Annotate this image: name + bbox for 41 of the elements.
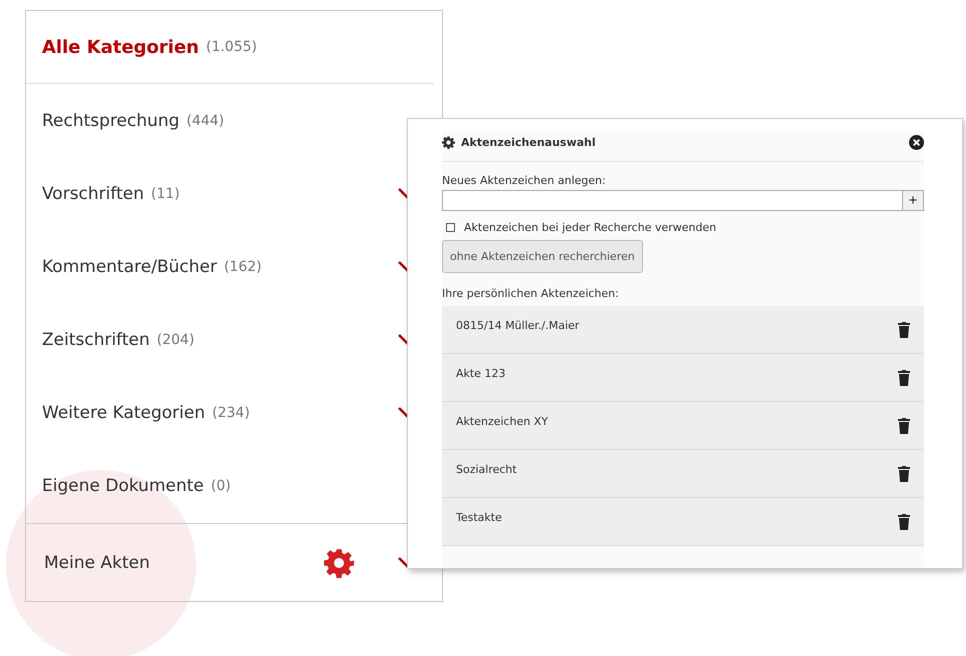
count-label: (234) bbox=[212, 404, 250, 420]
category-link[interactable]: Eigene Dokumente bbox=[42, 476, 204, 496]
input-field[interactable]: + bbox=[442, 190, 924, 211]
file-name: 0815/14 Müller./.Maier bbox=[456, 319, 580, 332]
count-label: (204) bbox=[156, 332, 194, 348]
count-label: (0) bbox=[210, 478, 231, 494]
file-name: Testakte bbox=[456, 511, 503, 524]
file-item[interactable]: Testakte bbox=[442, 498, 924, 546]
file-item[interactable]: Sozialrecht bbox=[442, 450, 924, 498]
count-label: (444) bbox=[186, 112, 224, 128]
dialog-title: Aktenzeichenauswahl bbox=[461, 136, 597, 148]
count-label: (162) bbox=[224, 258, 262, 274]
search-button[interactable]: ohne Aktenzeichen recherchieren bbox=[442, 240, 643, 273]
trash-icon[interactable] bbox=[898, 322, 910, 338]
settings-icon bbox=[442, 136, 455, 148]
trash-icon[interactable] bbox=[898, 514, 910, 530]
list-label: Ihre persönlichen Aktenzeichen: bbox=[442, 287, 620, 300]
category-link[interactable]: Zeitschriften bbox=[42, 330, 150, 350]
category-link[interactable]: Kommentare/Bücher bbox=[42, 256, 217, 276]
file-name: Aktenzeichen XY bbox=[456, 415, 550, 428]
checkbox-label: Aktenzeichen bei jeder Recherche verwenden bbox=[464, 221, 716, 234]
file-item[interactable]: 0815/14 Müller./.Maier bbox=[442, 306, 924, 354]
field-label: Neues Aktenzeichen anlegen: bbox=[442, 174, 607, 187]
file-name: Akte 123 bbox=[456, 367, 506, 380]
trash-icon[interactable] bbox=[898, 370, 910, 386]
category-link[interactable]: Meine Akten bbox=[44, 552, 150, 572]
count-label: (1.055) bbox=[206, 39, 257, 55]
count-label: (11) bbox=[150, 186, 180, 202]
category-link[interactable]: Alle Kategorien bbox=[42, 36, 199, 58]
category-link[interactable]: Rechtsprechung bbox=[42, 110, 180, 130]
trash-icon[interactable] bbox=[898, 418, 910, 434]
checkbox[interactable] bbox=[446, 223, 455, 232]
file-name: Sozialrecht bbox=[456, 463, 518, 476]
category-link[interactable]: Weitere Kategorien bbox=[42, 402, 206, 422]
add-button[interactable]: + bbox=[902, 191, 923, 210]
file-item[interactable]: Aktenzeichen XY bbox=[442, 402, 924, 450]
close-icon[interactable] bbox=[909, 134, 924, 150]
trash-icon[interactable] bbox=[898, 466, 910, 482]
file-item[interactable]: Akte 123 bbox=[442, 354, 924, 402]
category-link[interactable]: Vorschriften bbox=[42, 184, 144, 204]
settings-icon[interactable] bbox=[324, 548, 354, 578]
